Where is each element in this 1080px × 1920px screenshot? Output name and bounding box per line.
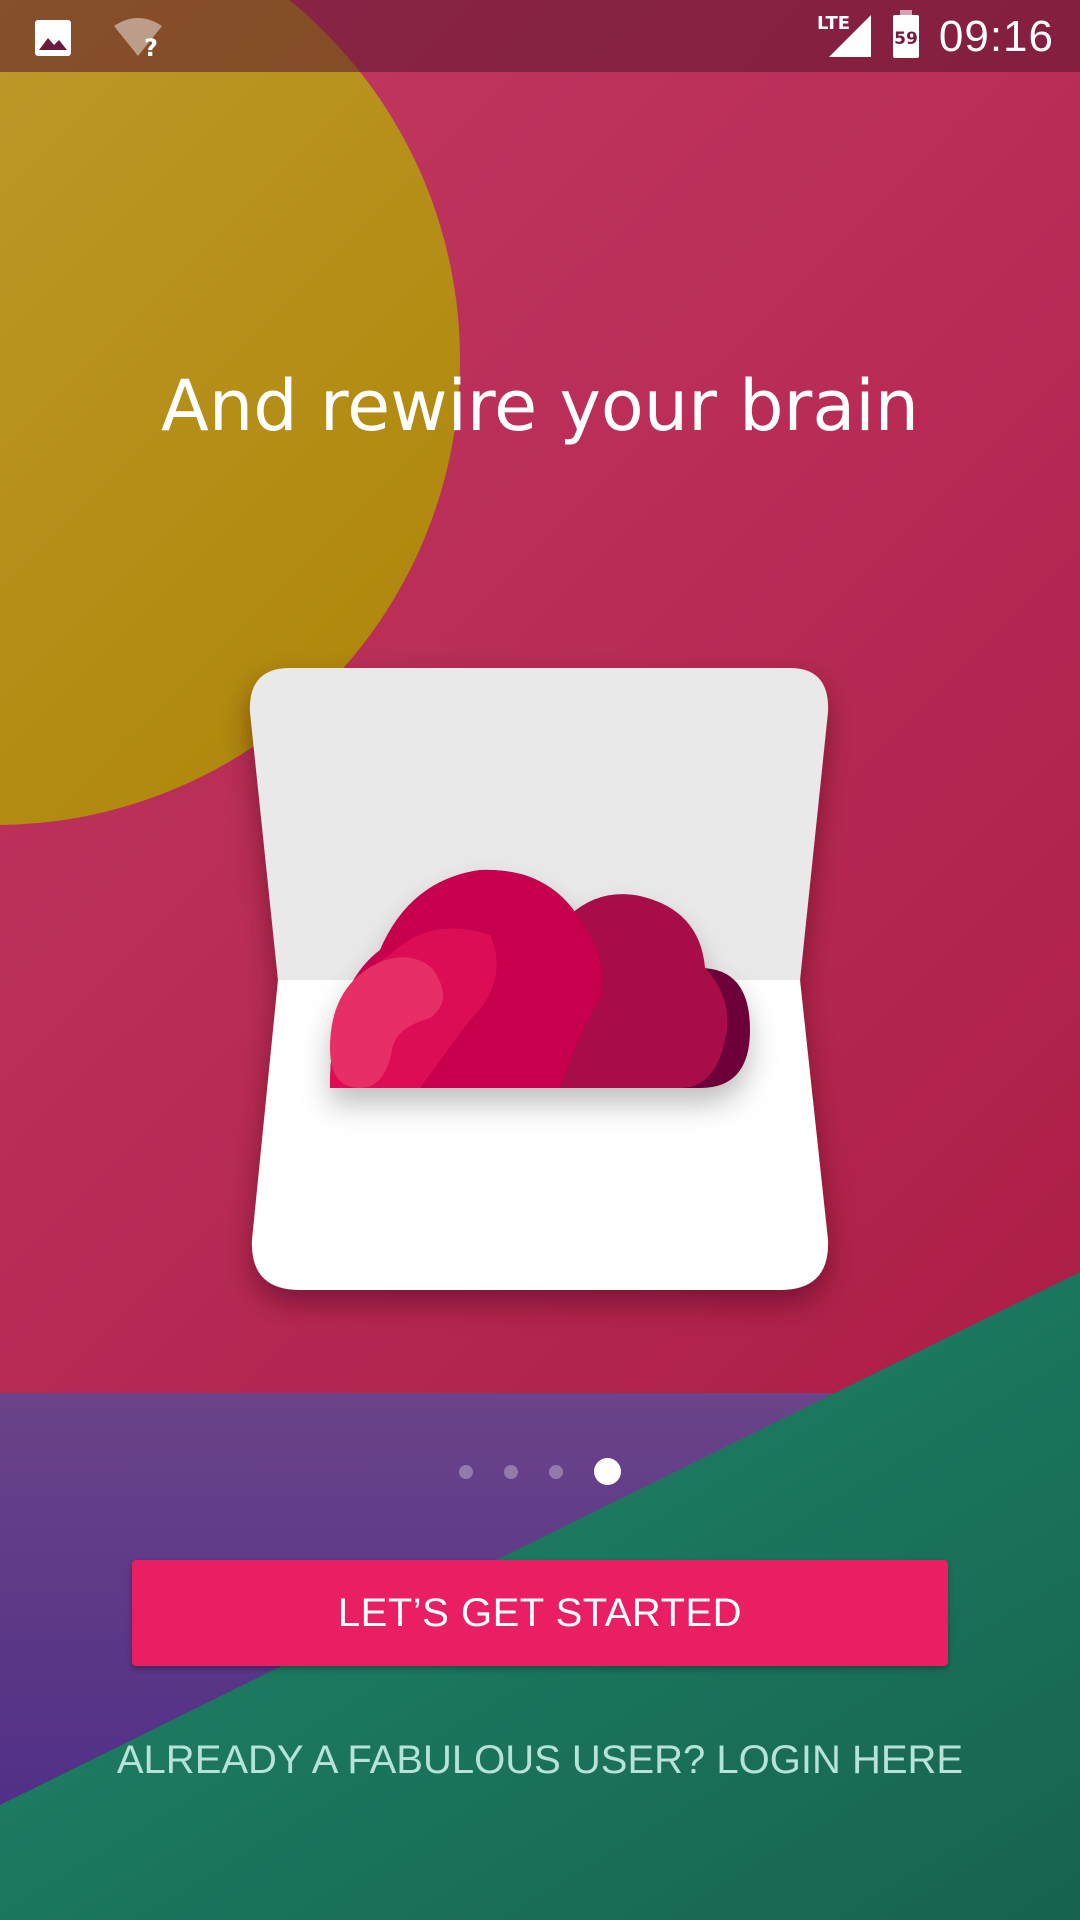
page-dot-2[interactable] — [504, 1464, 518, 1479]
image-icon — [34, 19, 72, 62]
get-started-button[interactable]: LET’S GET STARTED — [132, 1560, 948, 1666]
wifi-unknown-icon: ? — [112, 16, 164, 65]
status-bar: ? LTE 59 09:16 — [0, 0, 1080, 72]
page-dot-1[interactable] — [459, 1464, 473, 1479]
login-link[interactable]: ALREADY A FABULOUS USER? LOGIN HERE — [0, 1738, 1080, 1783]
battery-icon: 59 — [891, 8, 921, 65]
page-dot-4-active[interactable] — [594, 1458, 621, 1485]
page-indicator — [0, 1458, 1080, 1485]
network-type-label: LTE — [817, 13, 850, 34]
onboarding-screen: ? LTE 59 09:16 And rewire your brain LET… — [0, 0, 1080, 1920]
onboarding-headline: And rewire your brain — [160, 365, 920, 447]
page-dot-3[interactable] — [549, 1464, 563, 1479]
clock: 09:16 — [938, 11, 1054, 61]
battery-level-label: 59 — [894, 29, 918, 49]
signal-icon: LTE — [817, 9, 873, 64]
svg-text:?: ? — [144, 34, 158, 60]
